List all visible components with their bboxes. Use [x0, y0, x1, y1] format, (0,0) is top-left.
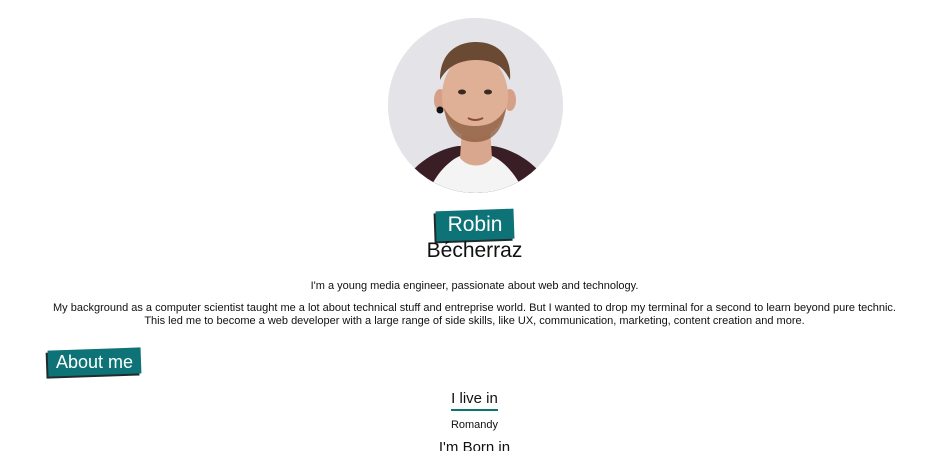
about-title: About me — [55, 352, 134, 372]
live-in-label: I live in — [451, 390, 498, 411]
profile-photo — [388, 18, 563, 193]
about-heading: About me — [47, 347, 142, 377]
avatar — [388, 18, 563, 193]
first-name: Robin — [447, 213, 503, 236]
live-in-heading: I live in — [0, 390, 949, 411]
intro-text: I'm a young media engineer, passionate a… — [310, 280, 639, 292]
born-in-heading: I'm Born in — [438, 439, 511, 451]
live-in-value: Romandy — [450, 419, 499, 431]
profile-page: Robin Bécherraz I'm a young media engine… — [0, 0, 949, 451]
first-name-badge: Robin — [435, 208, 515, 242]
bio-text: My background as a computer scientist ta… — [53, 302, 896, 327]
last-name: Bécherraz — [426, 239, 523, 262]
